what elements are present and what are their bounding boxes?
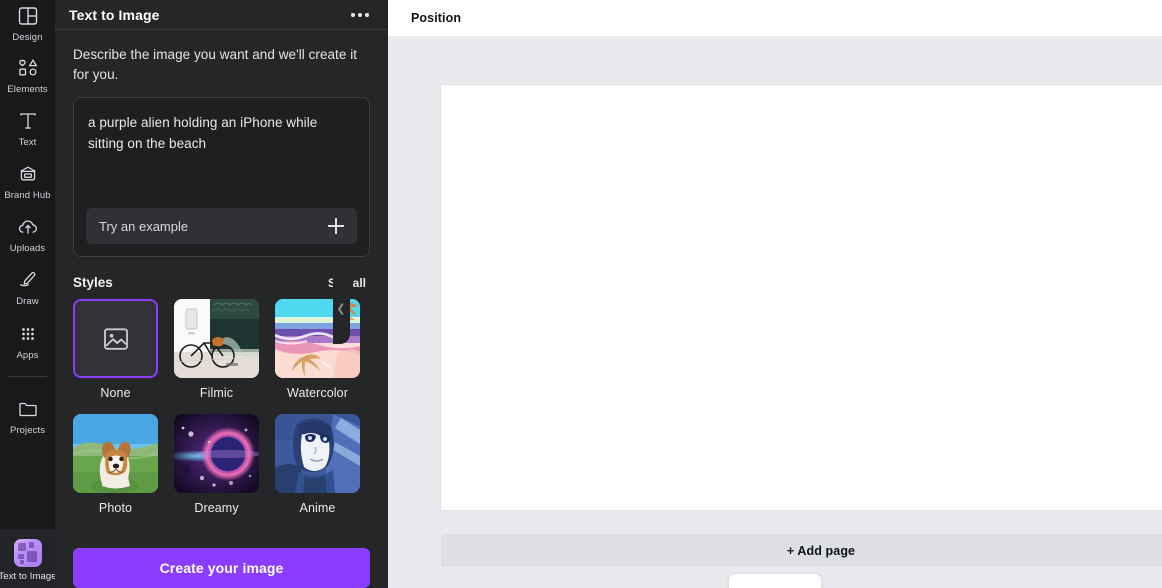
style-label-watercolor: Watercolor [287, 386, 348, 400]
canvas-area[interactable]: + Add page [388, 36, 1162, 588]
cloud-upload-icon [16, 215, 40, 239]
collapse-panel-button[interactable]: ❮ [333, 274, 350, 344]
pen-draw-icon [16, 268, 40, 292]
create-button-container: Create your image [55, 548, 388, 588]
image-placeholder-icon [101, 324, 131, 354]
design-grid-icon [16, 4, 40, 28]
style-label-none: None [100, 386, 131, 400]
sidebar-item-text[interactable]: Text [0, 107, 55, 149]
rail-divider [8, 376, 47, 377]
style-thumb-none [73, 299, 158, 378]
sidebar-item-elements-label: Elements [7, 84, 48, 95]
panel-header: Text to Image [55, 0, 388, 30]
sidebar-item-uploads[interactable]: Uploads [0, 213, 55, 255]
sidebar-item-apps[interactable]: Apps [0, 320, 55, 362]
chevron-left-icon: ❮ [336, 302, 346, 315]
prompt-text: a purple alien holding an iPhone while s… [88, 115, 318, 151]
sidebar-item-brand-hub[interactable]: Brand Hub [0, 160, 55, 202]
text-to-image-app-icon [13, 539, 42, 567]
editor-area: Position + Add page [388, 0, 1162, 588]
sidebar-item-design[interactable]: Design [0, 2, 55, 44]
sidebar-item-text-to-image-label: Text to Image [0, 571, 55, 582]
style-thumb-filmic [174, 299, 259, 378]
sidebar-item-draw[interactable]: Draw [0, 266, 55, 308]
brand-hub-icon [16, 162, 40, 186]
position-button[interactable]: Position [402, 5, 470, 31]
style-thumb-photo [73, 414, 158, 493]
panel-title: Text to Image [69, 6, 160, 23]
more-options-icon[interactable] [349, 7, 371, 23]
styles-title: Styles [73, 275, 113, 290]
left-rail: Design Elements Text Brand Hub Uploads D… [0, 0, 55, 588]
style-label-dreamy: Dreamy [194, 501, 239, 515]
shapes-icon [16, 56, 40, 80]
add-page-button[interactable]: + Add page [441, 534, 1162, 567]
style-option-none[interactable]: None [73, 299, 158, 414]
canva-editor-window: Design Elements Text Brand Hub Uploads D… [0, 0, 1162, 588]
sidebar-item-uploads-label: Uploads [9, 243, 46, 254]
sidebar-item-brand-hub-label: Brand Hub [4, 190, 51, 201]
style-option-anime[interactable]: Anime [275, 414, 360, 529]
sidebar-item-draw-label: Draw [16, 296, 39, 307]
try-an-example-label: Try an example [99, 218, 189, 234]
editor-toolbar: Position [388, 0, 1162, 36]
plus-icon [328, 218, 344, 234]
style-thumb-anime [275, 414, 360, 493]
try-an-example-button[interactable]: Try an example [86, 208, 357, 244]
style-label-anime: Anime [299, 501, 336, 515]
style-label-filmic: Filmic [199, 386, 234, 400]
style-label-photo: Photo [98, 501, 133, 515]
panel-description: Describe the image you want and we'll cr… [73, 47, 358, 82]
style-option-dreamy[interactable]: Dreamy [174, 414, 259, 529]
style-option-filmic[interactable]: Filmic [174, 299, 259, 414]
text-t-icon [16, 109, 40, 133]
create-your-image-button[interactable]: Create your image [73, 548, 370, 588]
style-thumb-dreamy [174, 414, 259, 493]
prompt-input[interactable]: a purple alien holding an iPhone while s… [73, 97, 370, 257]
apps-dots-icon [16, 322, 40, 346]
folder-icon [16, 397, 40, 421]
sidebar-item-text-label: Text [18, 137, 37, 148]
sidebar-item-text-to-image[interactable]: Text to Image [0, 529, 55, 588]
bottom-toolbar-pill[interactable] [729, 574, 821, 588]
sidebar-item-projects-label: Projects [9, 425, 46, 436]
sidebar-item-design-label: Design [12, 32, 43, 43]
add-page-label: + Add page [786, 543, 856, 558]
sidebar-item-projects[interactable]: Projects [0, 395, 55, 437]
design-page[interactable] [441, 85, 1162, 510]
style-option-photo[interactable]: Photo [73, 414, 158, 529]
sidebar-item-elements[interactable]: Elements [0, 54, 55, 96]
sidebar-item-apps-label: Apps [16, 350, 39, 361]
